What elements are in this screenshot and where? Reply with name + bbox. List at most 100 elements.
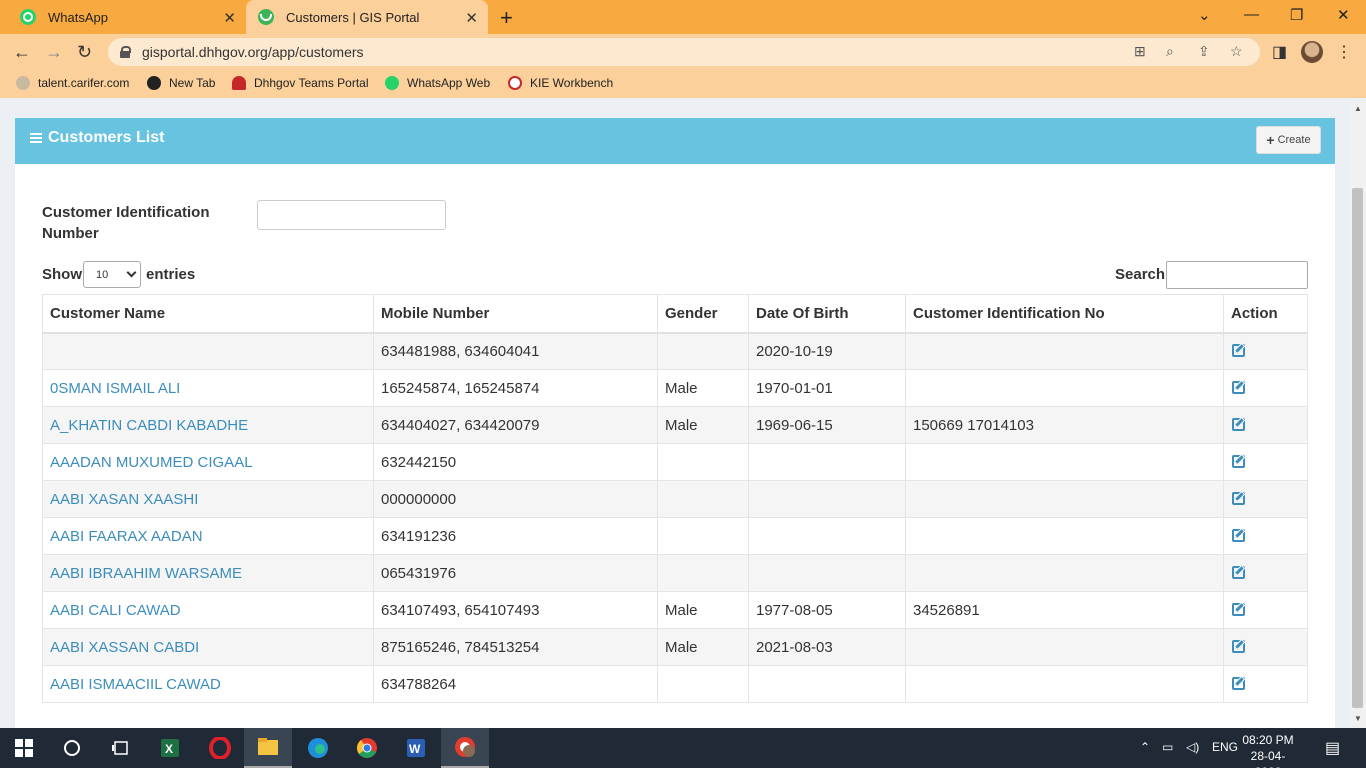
table-row: 0SMAN ISMAIL ALI 165245874, 165245874 Male… — [42, 369, 1308, 407]
customer-name-link[interactable]: AABI FAARAX AADAN — [50, 528, 203, 545]
box-header: Customers List + Create — [15, 118, 1335, 164]
edit-icon[interactable] — [1232, 676, 1245, 690]
cell-cid — [905, 665, 1224, 703]
customer-name-link[interactable]: AABI ISMAACIIL CAWAD — [50, 676, 221, 693]
table-row: A_KHATIN CABDI KABADHE 634404027, 6344200… — [42, 406, 1308, 444]
edit-icon[interactable] — [1232, 454, 1245, 468]
bookmark-talent[interactable]: talent.carifer.com — [16, 76, 129, 90]
cell-mobile: 634107493, 654107493 — [373, 591, 658, 629]
back-icon[interactable]: ← — [13, 42, 31, 63]
cell-gender — [657, 332, 749, 370]
scrollbar-thumb[interactable] — [1352, 188, 1363, 708]
volume-icon[interactable]: ◁) — [1186, 740, 1199, 754]
tab-title: WhatsApp — [48, 9, 108, 25]
table-row: AABI CALI CAWAD 634107493, 654107493 Male 1… — [42, 591, 1308, 629]
cell-gender — [657, 554, 749, 592]
list-icon — [30, 133, 42, 143]
chrome-icon[interactable] — [343, 728, 391, 768]
bookmark-teams-portal[interactable]: Dhhgov Teams Portal — [232, 76, 369, 90]
chrome-profile-icon[interactable] — [441, 728, 489, 768]
tab-customers[interactable]: Customers | GIS Portal ✕ — [246, 0, 488, 34]
cell-name: 0SMAN ISMAIL ALI — [42, 369, 374, 407]
cell-name: AABI FAARAX AADAN — [42, 517, 374, 555]
forward-icon[interactable]: → — [45, 42, 63, 63]
edit-icon[interactable] — [1232, 380, 1245, 394]
task-view-icon[interactable] — [96, 728, 144, 768]
edit-icon[interactable] — [1232, 417, 1245, 431]
edit-icon[interactable] — [1232, 491, 1245, 505]
side-panel-icon[interactable]: ◨ — [1272, 42, 1287, 62]
menu-icon[interactable]: ⋮ — [1336, 42, 1352, 62]
network-icon[interactable]: ▭ — [1162, 740, 1173, 754]
opera-icon[interactable] — [196, 728, 244, 768]
customer-name-link[interactable]: A_KHATIN CABDI KABADHE — [50, 417, 248, 434]
globe-icon — [147, 76, 161, 90]
cell-action — [1223, 591, 1308, 629]
cell-action — [1223, 480, 1308, 518]
profile-avatar[interactable] — [1301, 41, 1323, 63]
col-gender[interactable]: Gender — [657, 294, 749, 334]
minimize-icon[interactable]: — — [1244, 6, 1259, 23]
cell-action — [1223, 443, 1308, 481]
edit-icon[interactable] — [1232, 602, 1245, 616]
translate-icon[interactable]: ⊞ — [1134, 43, 1146, 60]
edit-icon[interactable] — [1232, 639, 1245, 653]
edge-icon[interactable] — [294, 728, 342, 768]
customer-name-link[interactable]: AABI XASAN XAASHI — [50, 491, 198, 508]
entries-value: 10 — [96, 268, 109, 281]
search-icon[interactable] — [48, 728, 96, 768]
cid-filter-input[interactable] — [257, 200, 446, 230]
customer-name-link[interactable]: AABI XASSAN CABDI — [50, 639, 199, 656]
cell-dob — [748, 665, 906, 703]
edit-icon[interactable] — [1232, 565, 1245, 579]
reload-icon[interactable]: ↻ — [77, 42, 92, 63]
col-customer-name[interactable]: Customer Name — [42, 294, 374, 334]
col-mobile-number[interactable]: Mobile Number — [373, 294, 658, 334]
bookmark-new-tab[interactable]: New Tab — [147, 76, 215, 90]
cell-gender — [657, 480, 749, 518]
file-explorer-icon[interactable] — [244, 728, 292, 768]
create-button[interactable]: + Create — [1256, 126, 1321, 154]
bookmark-kie-workbench[interactable]: KIE Workbench — [508, 76, 613, 90]
customer-name-link[interactable]: AABI IBRAAHIM WARSAME — [50, 565, 242, 582]
entries-select[interactable]: 10 — [83, 261, 141, 288]
restore-icon[interactable]: ❐ — [1290, 6, 1303, 24]
customer-name-link[interactable]: 0SMAN ISMAIL ALI — [50, 380, 180, 397]
col-date-of-birth[interactable]: Date Of Birth — [748, 294, 906, 334]
start-icon[interactable] — [0, 728, 48, 768]
edit-icon[interactable] — [1232, 528, 1245, 542]
cell-dob: 1969-06-15 — [748, 406, 906, 444]
excel-icon[interactable]: X — [146, 728, 194, 768]
tab-whatsapp[interactable]: WhatsApp ✕ — [8, 0, 246, 34]
svg-text:X: X — [165, 742, 173, 756]
bookmark-whatsapp-web[interactable]: WhatsApp Web — [385, 76, 490, 90]
col-customer-id[interactable]: Customer Identification No — [905, 294, 1224, 334]
notifications-icon[interactable]: ▤ — [1325, 738, 1340, 758]
scroll-down-icon[interactable]: ▼ — [1354, 714, 1362, 723]
tab-title: Customers | GIS Portal — [286, 9, 420, 25]
language-indicator[interactable]: ENG — [1212, 740, 1238, 754]
search-input[interactable] — [1166, 261, 1308, 289]
new-tab-icon[interactable]: + — [500, 5, 513, 31]
show-hidden-icons-icon[interactable]: ⌃ — [1140, 740, 1150, 754]
word-icon[interactable]: W — [392, 728, 440, 768]
edit-icon[interactable] — [1232, 343, 1245, 357]
clock[interactable]: 08:20 PM 28-04-2022 — [1238, 732, 1298, 768]
cell-action — [1223, 406, 1308, 444]
scroll-up-icon[interactable]: ▲ — [1354, 104, 1362, 113]
url-bar[interactable]: gisportal.dhhgov.org/app/customers ⊞ ⌕ ⇪… — [108, 38, 1260, 66]
tab-search-chevron-icon[interactable]: ⌄ — [1198, 6, 1211, 24]
customer-name-link[interactable]: AABI CALI CAWAD — [50, 602, 181, 619]
cell-dob: 2020-10-19 — [748, 332, 906, 370]
share-icon[interactable]: ⇪ — [1198, 43, 1210, 60]
cell-dob: 2021-08-03 — [748, 628, 906, 666]
cell-name: AABI ISMAACIIL CAWAD — [42, 665, 374, 703]
page-scrollbar[interactable]: ▲ ▼ — [1350, 102, 1366, 728]
bookmark-star-icon[interactable]: ☆ — [1230, 43, 1243, 60]
close-tab-icon[interactable]: ✕ — [223, 9, 236, 27]
clock-time: 08:20 PM — [1242, 733, 1294, 747]
close-tab-icon[interactable]: ✕ — [465, 9, 478, 27]
customer-name-link[interactable]: AAADAN MUXUMED CIGAAL — [50, 454, 253, 471]
close-window-icon[interactable]: ✕ — [1337, 6, 1350, 24]
zoom-icon[interactable]: ⌕ — [1166, 43, 1174, 60]
